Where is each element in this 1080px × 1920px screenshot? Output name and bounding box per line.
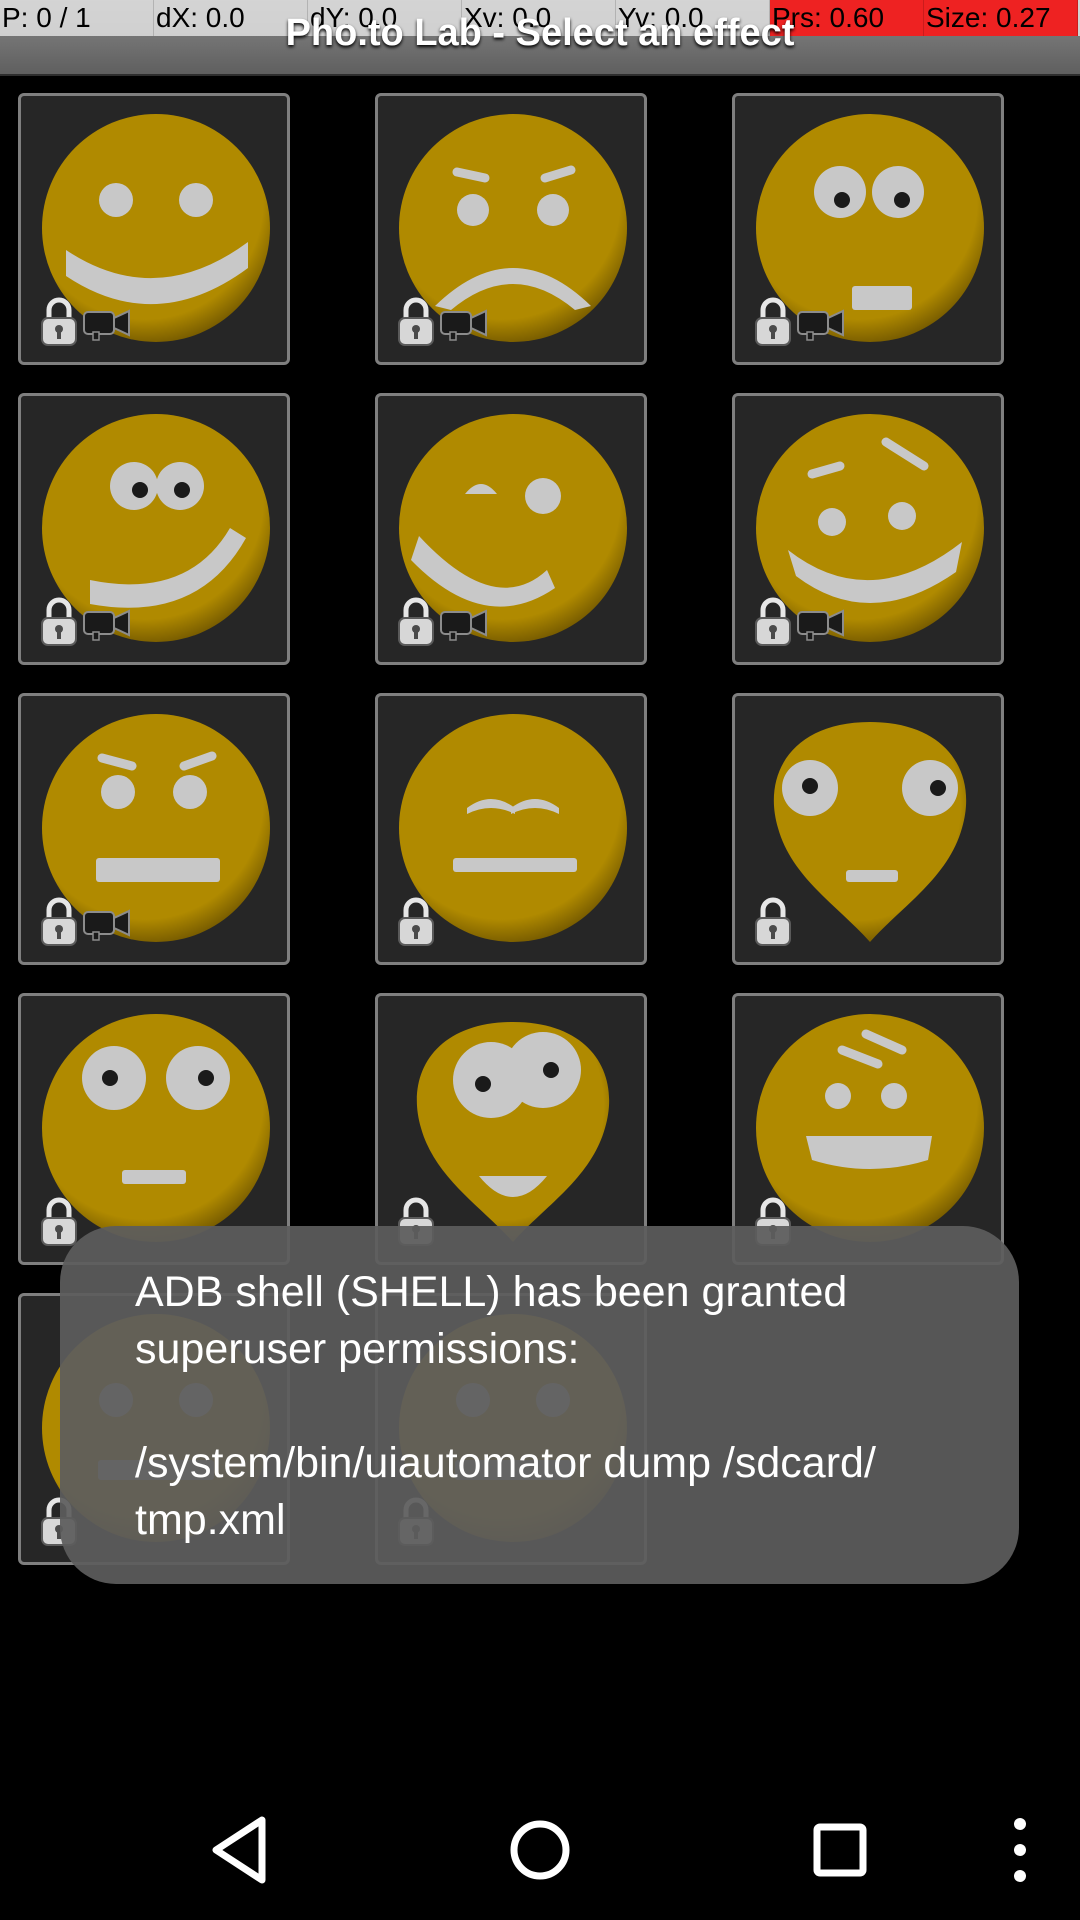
video-camera-icon bbox=[797, 309, 844, 341]
effect-tile-grin[interactable] bbox=[732, 993, 1004, 1265]
app-title-bar: Pho.to Lab - Select an effect bbox=[0, 0, 1080, 76]
effect-tile-pear-grin[interactable] bbox=[375, 993, 647, 1265]
lock-icon bbox=[398, 597, 434, 646]
video-camera-icon bbox=[83, 309, 130, 341]
lock-icon bbox=[755, 297, 791, 346]
video-camera-icon bbox=[83, 909, 130, 941]
toast-command: /system/bin/uiautomator dump /sdcard/ tm… bbox=[135, 1439, 888, 1544]
lock-icon bbox=[755, 597, 791, 646]
effect-badges bbox=[753, 294, 847, 350]
home-icon bbox=[510, 1820, 570, 1880]
overflow-menu-button[interactable] bbox=[980, 1810, 1040, 1890]
navigation-bar bbox=[0, 1776, 1080, 1920]
effect-tile-smirk[interactable] bbox=[732, 393, 1004, 665]
lock-icon bbox=[41, 897, 77, 946]
video-camera-icon bbox=[440, 609, 487, 641]
effect-badges bbox=[39, 894, 133, 950]
recents-icon bbox=[813, 1823, 867, 1877]
lock-icon bbox=[398, 297, 434, 346]
video-camera-icon bbox=[440, 309, 487, 341]
page-title: Pho.to Lab - Select an effect bbox=[285, 12, 795, 54]
video-camera-icon bbox=[797, 609, 844, 641]
effect-badges bbox=[39, 294, 133, 350]
superuser-toast: ADB shell (SHELL) has been granted super… bbox=[60, 1226, 1019, 1584]
effect-tile-worried-flat[interactable] bbox=[18, 693, 290, 965]
effect-tile-sad[interactable] bbox=[375, 93, 647, 365]
lock-icon bbox=[398, 897, 434, 946]
effect-tile-crooked-smile[interactable] bbox=[18, 393, 290, 665]
lock-icon bbox=[41, 597, 77, 646]
effect-badges bbox=[753, 894, 793, 950]
video-camera-icon bbox=[83, 609, 130, 641]
lock-icon bbox=[755, 897, 791, 946]
effect-tile-stare[interactable] bbox=[18, 993, 290, 1265]
back-button[interactable] bbox=[200, 1810, 280, 1890]
lock-icon bbox=[41, 297, 77, 346]
recents-button[interactable] bbox=[800, 1810, 880, 1890]
effect-tile-alien[interactable] bbox=[732, 693, 1004, 965]
toast-message: ADB shell (SHELL) has been granted super… bbox=[135, 1268, 860, 1373]
effect-badges bbox=[753, 594, 847, 650]
effect-badges bbox=[396, 594, 490, 650]
effect-badges bbox=[39, 594, 133, 650]
effect-badges bbox=[396, 894, 436, 950]
back-icon bbox=[212, 1816, 266, 1884]
effect-badges bbox=[39, 1194, 79, 1250]
effect-tile-surprised[interactable] bbox=[732, 93, 1004, 365]
effect-tile-bored[interactable] bbox=[375, 693, 647, 965]
effect-tile-wink[interactable] bbox=[375, 393, 647, 665]
home-button[interactable] bbox=[500, 1810, 580, 1890]
effect-tile-smile[interactable] bbox=[18, 93, 290, 365]
effect-badges bbox=[396, 294, 490, 350]
lock-icon bbox=[41, 1197, 77, 1246]
overflow-menu-icon bbox=[1014, 1818, 1026, 1882]
